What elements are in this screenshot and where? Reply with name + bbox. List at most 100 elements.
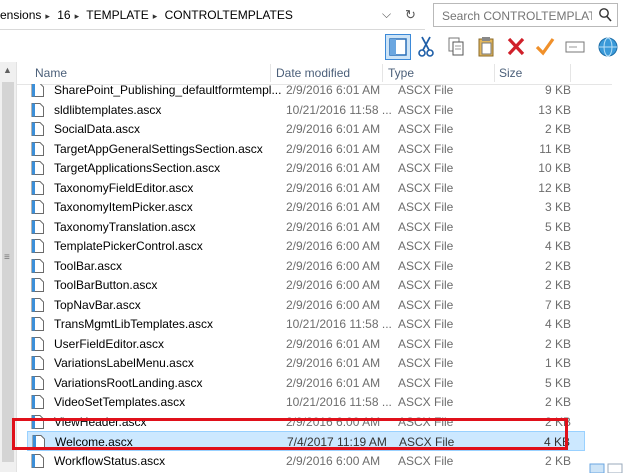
file-date-modified: 2/9/2016 6:01 AM [286,180,381,195]
file-type: ASCX File [398,317,454,331]
rename-icon[interactable] [563,34,589,60]
column-divider[interactable] [494,64,495,82]
window-edge [612,62,624,472]
column-divider[interactable] [570,64,571,82]
breadcrumb-item[interactable]: ensions [0,8,41,22]
file-row[interactable]: VariationsRootLanding.ascx 2/9/2016 6:01 … [27,373,585,393]
details-pane-icon[interactable] [385,34,411,60]
scroll-up-icon[interactable]: ▲ [3,65,12,75]
file-row[interactable]: ToolBar.ascx 2/9/2016 6:00 AM ASCX File 2 K… [27,256,585,276]
column-size-header[interactable]: Size [499,66,522,80]
file-row[interactable]: Welcome.ascx 7/4/2017 11:19 AM ASCX File 4 … [27,431,585,451]
file-list[interactable]: ▲ ≡ Name Date modified Type Size SharePo… [0,62,612,472]
file-name: Welcome.ascx [55,435,133,449]
file-row[interactable]: WorkflowStatus.ascx 2/9/2016 6:00 AM ASCX … [27,451,585,471]
globe-icon[interactable] [596,34,622,60]
column-divider[interactable] [382,64,383,82]
scrollbar-thumb[interactable] [2,82,14,462]
file-row[interactable]: TargetApplicationsSection.ascx 2/9/2016 6… [27,158,585,178]
file-name: TargetAppGeneralSettingsSection.ascx [54,141,263,156]
file-size: 13 KB [538,102,571,117]
column-divider[interactable] [270,64,271,82]
file-row[interactable]: VariationsLabelMenu.ascx 2/9/2016 6:01 AM… [27,353,585,373]
toolbar [0,31,624,64]
breadcrumb-item[interactable]: CONTROLTEMPLATES [165,8,293,22]
cut-icon[interactable] [414,34,440,60]
file-name: ViewHeader.ascx [54,414,147,429]
file-size: 2 KB [544,258,571,273]
file-row[interactable]: VideoSetTemplates.ascx 10/21/2016 11:58 .… [27,392,585,412]
ascx-file-icon [31,102,44,117]
file-row[interactable]: SocialData.ascx 2/9/2016 6:01 AM ASCX File… [27,119,585,139]
breadcrumb-separator-icon: ▸ [45,11,50,21]
check-icon[interactable] [533,34,559,60]
scrollbar-grip-icon: ≡ [4,252,10,263]
ascx-file-icon [31,297,44,312]
file-date-modified: 2/9/2016 6:00 AM [286,453,381,468]
file-row[interactable]: SharePoint_Publishing_defaultformtempl..… [27,84,585,100]
file-row[interactable]: sldlibtemplates.ascx 10/21/2016 11:58 ...… [27,100,585,120]
file-row[interactable]: ViewHeader.ascx 2/9/2016 6:00 AM ASCX File… [27,412,585,432]
delete-icon[interactable] [504,34,530,60]
file-row[interactable]: TaxonomyFieldEditor.ascx 2/9/2016 6:01 AM… [27,178,585,198]
ascx-file-icon [31,336,44,351]
file-size: 2 KB [544,453,571,468]
file-size: 4 KB [544,317,571,331]
file-row[interactable]: TaxonomyItemPicker.ascx 2/9/2016 6:01 AM A… [27,197,585,217]
search-icon[interactable] [598,7,612,26]
file-type: ASCX File [398,102,454,117]
copy-icon[interactable] [444,34,470,60]
ascx-file-icon [32,435,45,449]
file-date-modified: 2/9/2016 6:01 AM [286,141,381,156]
file-type: ASCX File [398,297,454,312]
file-size: 9 KB [544,84,571,97]
column-date-header[interactable]: Date modified [276,66,350,80]
search-input[interactable] [440,8,594,24]
file-row[interactable]: TemplatePickerControl.ascx 2/9/2016 6:00 … [27,236,585,256]
file-name: TaxonomyTranslation.ascx [54,219,196,234]
file-date-modified: 2/9/2016 6:01 AM [286,200,381,214]
paste-icon[interactable] [474,34,500,60]
breadcrumb-item[interactable]: 16 [57,8,70,22]
file-row[interactable]: TransMgmtLibTemplates.ascx 10/21/2016 11:… [27,314,585,334]
file-date-modified: 2/9/2016 6:01 AM [286,356,381,370]
file-size: 5 KB [544,375,571,390]
column-type-header[interactable]: Type [388,66,414,80]
column-header: Name Date modified Type Size [17,62,612,85]
ascx-file-icon [31,200,44,214]
file-name: UserFieldEditor.ascx [54,336,165,351]
file-row[interactable]: UserFieldEditor.ascx 2/9/2016 6:01 AM ASCX… [27,334,585,354]
file-date-modified: 2/9/2016 6:01 AM [286,375,381,390]
file-row[interactable]: TopNavBar.ascx 2/9/2016 6:00 AM ASCX File 7… [27,295,585,315]
file-type: ASCX File [398,141,454,156]
file-size: 7 KB [544,297,571,312]
file-row[interactable]: TaxonomyTranslation.ascx 2/9/2016 6:01 AM… [27,217,585,237]
file-row[interactable]: ToolBarButton.ascx 2/9/2016 6:00 AM ASCX F… [27,275,585,295]
ascx-file-icon [31,161,44,175]
file-name: SharePoint_Publishing_defaultformtempl..… [54,84,282,97]
address-bar[interactable]: ensions ▸ 16 ▸ TEMPLATE ▸ CONTROLTEMPLATES … [0,0,425,30]
file-name: ToolBar.ascx [54,258,123,273]
file-size: 1 KB [544,356,571,370]
chevron-down-icon[interactable]: ⌵ [382,7,391,22]
ascx-file-icon [31,219,44,234]
view-toggle-buttons[interactable] [588,462,624,474]
file-row[interactable]: TargetAppGeneralSettingsSection.ascx 2/9/… [27,139,585,159]
file-name: VideoSetTemplates.ascx [54,395,186,409]
file-type: ASCX File [398,161,454,175]
file-size: 4 KB [544,239,571,253]
file-name: TaxonomyItemPicker.ascx [54,200,193,214]
file-name: TemplatePickerControl.ascx [54,239,203,253]
search-box[interactable] [433,3,618,27]
breadcrumb-item[interactable]: TEMPLATE [86,8,148,22]
file-size: 10 KB [538,161,571,175]
ascx-file-icon [31,180,44,195]
column-name-header[interactable]: Name [35,66,67,80]
file-size: 2 KB [544,122,571,136]
file-type: ASCX File [398,180,454,195]
file-size: 11 KB [539,141,571,156]
vertical-scrollbar[interactable]: ▲ ≡ [0,62,17,472]
ascx-file-icon [31,317,44,331]
refresh-icon[interactable]: ↻ [405,7,416,23]
file-name: TransMgmtLibTemplates.ascx [54,317,213,331]
